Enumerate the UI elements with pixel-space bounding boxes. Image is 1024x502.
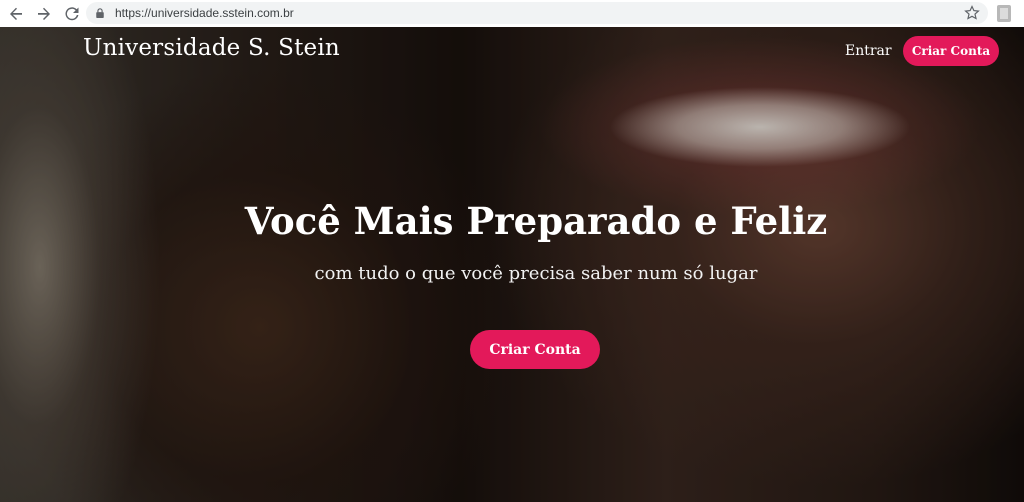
hero-subtitle: com tudo o que você precisa saber num só… <box>314 263 758 284</box>
address-bar[interactable]: https://universidade.sstein.com.br <box>86 2 988 24</box>
star-icon[interactable] <box>964 5 980 21</box>
login-link[interactable]: Entrar <box>845 43 892 59</box>
browser-toolbar: https://universidade.sstein.com.br <box>0 0 1024 27</box>
hero-signup-button[interactable]: Criar Conta <box>470 330 600 369</box>
extension-icon[interactable] <box>997 5 1011 22</box>
header-signup-button[interactable]: Criar Conta <box>903 36 999 66</box>
hero-title: Você Mais Preparado e Feliz <box>244 199 828 243</box>
site-logo[interactable]: Universidade S. Stein <box>83 35 340 61</box>
forward-icon[interactable] <box>32 2 56 26</box>
reload-icon[interactable] <box>60 2 84 26</box>
lock-icon <box>95 7 107 19</box>
back-icon[interactable] <box>4 2 28 26</box>
url-text[interactable]: https://universidade.sstein.com.br <box>115 6 294 20</box>
hero-section: Universidade S. Stein Entrar Criar Conta… <box>0 27 1024 502</box>
